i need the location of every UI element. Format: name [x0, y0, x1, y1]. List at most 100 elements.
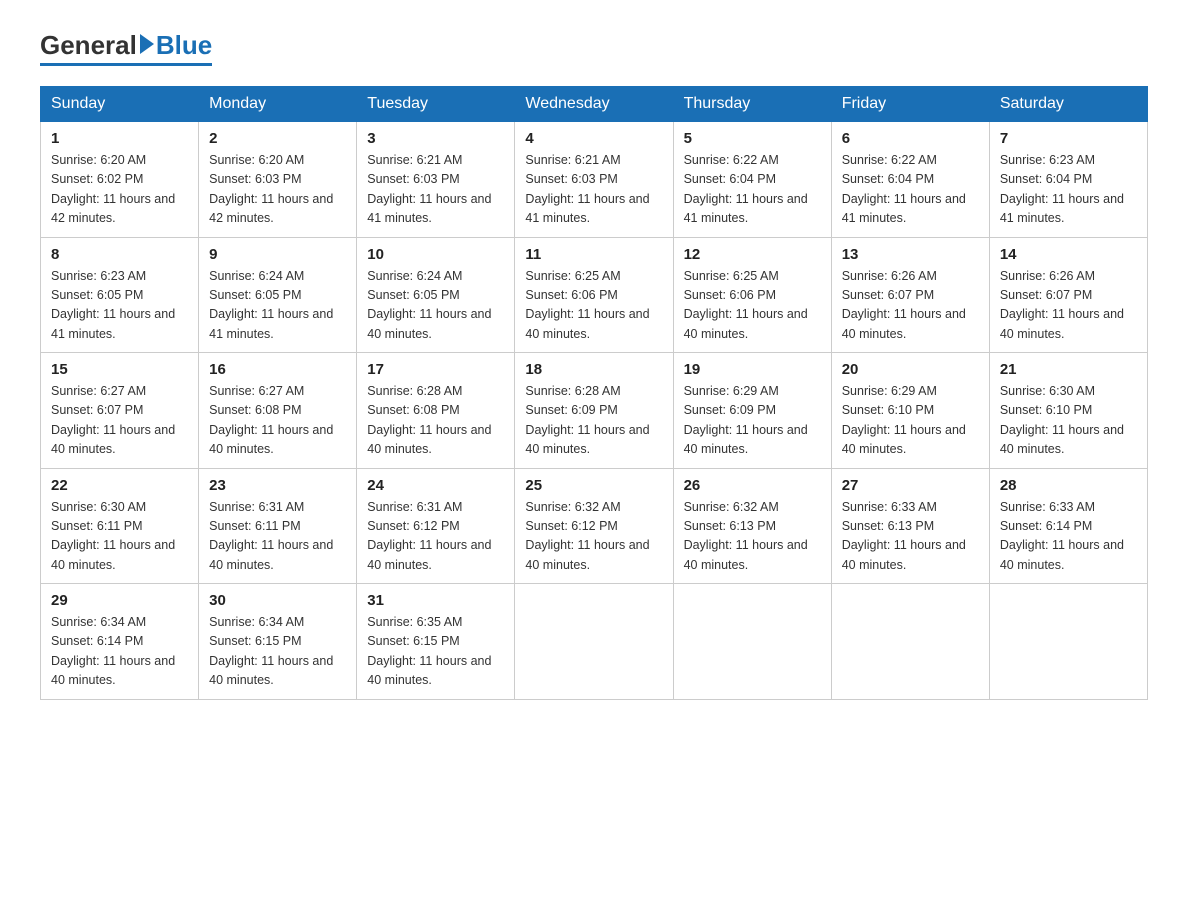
calendar-cell: 19 Sunrise: 6:29 AMSunset: 6:09 PMDayligh…	[673, 353, 831, 469]
day-info: Sunrise: 6:22 AMSunset: 6:04 PMDaylight:…	[684, 151, 821, 229]
day-info: Sunrise: 6:29 AMSunset: 6:10 PMDaylight:…	[842, 382, 979, 460]
day-number: 29	[51, 592, 188, 609]
day-info: Sunrise: 6:32 AMSunset: 6:13 PMDaylight:…	[684, 498, 821, 576]
day-number: 8	[51, 246, 188, 263]
calendar-cell: 8 Sunrise: 6:23 AMSunset: 6:05 PMDaylight…	[41, 237, 199, 353]
day-info: Sunrise: 6:28 AMSunset: 6:08 PMDaylight:…	[367, 382, 504, 460]
day-info: Sunrise: 6:21 AMSunset: 6:03 PMDaylight:…	[525, 151, 662, 229]
day-info: Sunrise: 6:27 AMSunset: 6:08 PMDaylight:…	[209, 382, 346, 460]
day-info: Sunrise: 6:29 AMSunset: 6:09 PMDaylight:…	[684, 382, 821, 460]
calendar-col-saturday: Saturday	[989, 87, 1147, 122]
calendar-col-wednesday: Wednesday	[515, 87, 673, 122]
calendar-cell: 2Sunrise: 6:20 AMSunset: 6:03 PMDaylight…	[199, 122, 357, 238]
calendar-cell: 20 Sunrise: 6:29 AMSunset: 6:10 PMDayligh…	[831, 353, 989, 469]
calendar-cell: 12 Sunrise: 6:25 AMSunset: 6:06 PMDayligh…	[673, 237, 831, 353]
calendar-cell: 17 Sunrise: 6:28 AMSunset: 6:08 PMDayligh…	[357, 353, 515, 469]
day-number: 31	[367, 592, 504, 609]
logo-general-text: General	[40, 30, 137, 61]
day-number: 12	[684, 246, 821, 263]
calendar-cell	[831, 584, 989, 700]
day-number: 7	[1000, 130, 1137, 147]
calendar-col-sunday: Sunday	[41, 87, 199, 122]
calendar-cell: 23 Sunrise: 6:31 AMSunset: 6:11 PMDayligh…	[199, 468, 357, 584]
day-info: Sunrise: 6:20 AMSunset: 6:03 PMDaylight:…	[209, 151, 346, 229]
calendar-cell: 30 Sunrise: 6:34 AMSunset: 6:15 PMDayligh…	[199, 584, 357, 700]
calendar-cell: 25 Sunrise: 6:32 AMSunset: 6:12 PMDayligh…	[515, 468, 673, 584]
calendar-week-row: 8 Sunrise: 6:23 AMSunset: 6:05 PMDaylight…	[41, 237, 1148, 353]
day-info: Sunrise: 6:34 AMSunset: 6:14 PMDaylight:…	[51, 613, 188, 691]
day-number: 19	[684, 361, 821, 378]
calendar-cell: 13Sunrise: 6:26 AMSunset: 6:07 PMDayligh…	[831, 237, 989, 353]
calendar-cell: 29 Sunrise: 6:34 AMSunset: 6:14 PMDayligh…	[41, 584, 199, 700]
day-number: 30	[209, 592, 346, 609]
calendar-col-monday: Monday	[199, 87, 357, 122]
calendar-cell: 26 Sunrise: 6:32 AMSunset: 6:13 PMDayligh…	[673, 468, 831, 584]
calendar-cell: 10 Sunrise: 6:24 AMSunset: 6:05 PMDayligh…	[357, 237, 515, 353]
day-info: Sunrise: 6:23 AMSunset: 6:05 PMDaylight:…	[51, 267, 188, 345]
day-number: 23	[209, 477, 346, 494]
day-number: 3	[367, 130, 504, 147]
calendar-cell: 31Sunrise: 6:35 AMSunset: 6:15 PMDayligh…	[357, 584, 515, 700]
calendar-col-friday: Friday	[831, 87, 989, 122]
day-number: 10	[367, 246, 504, 263]
day-number: 18	[525, 361, 662, 378]
calendar-week-row: 1 Sunrise: 6:20 AMSunset: 6:02 PMDaylight…	[41, 122, 1148, 238]
day-info: Sunrise: 6:31 AMSunset: 6:11 PMDaylight:…	[209, 498, 346, 576]
day-info: Sunrise: 6:34 AMSunset: 6:15 PMDaylight:…	[209, 613, 346, 691]
day-number: 15	[51, 361, 188, 378]
day-number: 11	[525, 246, 662, 263]
calendar-cell: 3 Sunrise: 6:21 AMSunset: 6:03 PMDaylight…	[357, 122, 515, 238]
logo-underline	[40, 63, 212, 66]
day-number: 6	[842, 130, 979, 147]
calendar-cell: 5Sunrise: 6:22 AMSunset: 6:04 PMDaylight…	[673, 122, 831, 238]
day-number: 16	[209, 361, 346, 378]
day-info: Sunrise: 6:25 AMSunset: 6:06 PMDaylight:…	[525, 267, 662, 345]
calendar-col-tuesday: Tuesday	[357, 87, 515, 122]
calendar-cell: 16 Sunrise: 6:27 AMSunset: 6:08 PMDayligh…	[199, 353, 357, 469]
day-info: Sunrise: 6:22 AMSunset: 6:04 PMDaylight:…	[842, 151, 979, 229]
day-info: Sunrise: 6:23 AMSunset: 6:04 PMDaylight:…	[1000, 151, 1137, 229]
day-number: 9	[209, 246, 346, 263]
logo-triangle-icon	[140, 34, 154, 54]
calendar-cell: 1 Sunrise: 6:20 AMSunset: 6:02 PMDaylight…	[41, 122, 199, 238]
day-info: Sunrise: 6:24 AMSunset: 6:05 PMDaylight:…	[367, 267, 504, 345]
day-info: Sunrise: 6:20 AMSunset: 6:02 PMDaylight:…	[51, 151, 188, 229]
calendar-cell: 22 Sunrise: 6:30 AMSunset: 6:11 PMDayligh…	[41, 468, 199, 584]
day-info: Sunrise: 6:25 AMSunset: 6:06 PMDaylight:…	[684, 267, 821, 345]
calendar-week-row: 15 Sunrise: 6:27 AMSunset: 6:07 PMDayligh…	[41, 353, 1148, 469]
calendar-cell: 21 Sunrise: 6:30 AMSunset: 6:10 PMDayligh…	[989, 353, 1147, 469]
calendar-week-row: 29 Sunrise: 6:34 AMSunset: 6:14 PMDayligh…	[41, 584, 1148, 700]
day-number: 28	[1000, 477, 1137, 494]
calendar-table: SundayMondayTuesdayWednesdayThursdayFrid…	[40, 86, 1148, 700]
page-header: General Blue	[40, 30, 1148, 66]
day-number: 27	[842, 477, 979, 494]
day-info: Sunrise: 6:27 AMSunset: 6:07 PMDaylight:…	[51, 382, 188, 460]
day-number: 24	[367, 477, 504, 494]
calendar-cell	[515, 584, 673, 700]
calendar-cell: 4Sunrise: 6:21 AMSunset: 6:03 PMDaylight…	[515, 122, 673, 238]
calendar-cell: 18Sunrise: 6:28 AMSunset: 6:09 PMDayligh…	[515, 353, 673, 469]
calendar-cell: 15 Sunrise: 6:27 AMSunset: 6:07 PMDayligh…	[41, 353, 199, 469]
day-info: Sunrise: 6:30 AMSunset: 6:10 PMDaylight:…	[1000, 382, 1137, 460]
day-number: 1	[51, 130, 188, 147]
day-number: 17	[367, 361, 504, 378]
day-number: 22	[51, 477, 188, 494]
calendar-cell: 28Sunrise: 6:33 AMSunset: 6:14 PMDayligh…	[989, 468, 1147, 584]
day-number: 13	[842, 246, 979, 263]
day-info: Sunrise: 6:32 AMSunset: 6:12 PMDaylight:…	[525, 498, 662, 576]
logo: General Blue	[40, 30, 212, 66]
day-info: Sunrise: 6:21 AMSunset: 6:03 PMDaylight:…	[367, 151, 504, 229]
day-info: Sunrise: 6:24 AMSunset: 6:05 PMDaylight:…	[209, 267, 346, 345]
day-number: 20	[842, 361, 979, 378]
day-info: Sunrise: 6:31 AMSunset: 6:12 PMDaylight:…	[367, 498, 504, 576]
day-number: 14	[1000, 246, 1137, 263]
day-number: 25	[525, 477, 662, 494]
day-number: 26	[684, 477, 821, 494]
day-info: Sunrise: 6:30 AMSunset: 6:11 PMDaylight:…	[51, 498, 188, 576]
logo-blue-text: Blue	[156, 30, 212, 61]
calendar-week-row: 22 Sunrise: 6:30 AMSunset: 6:11 PMDayligh…	[41, 468, 1148, 584]
calendar-cell	[989, 584, 1147, 700]
day-number: 21	[1000, 361, 1137, 378]
calendar-cell: 9 Sunrise: 6:24 AMSunset: 6:05 PMDaylight…	[199, 237, 357, 353]
calendar-col-thursday: Thursday	[673, 87, 831, 122]
